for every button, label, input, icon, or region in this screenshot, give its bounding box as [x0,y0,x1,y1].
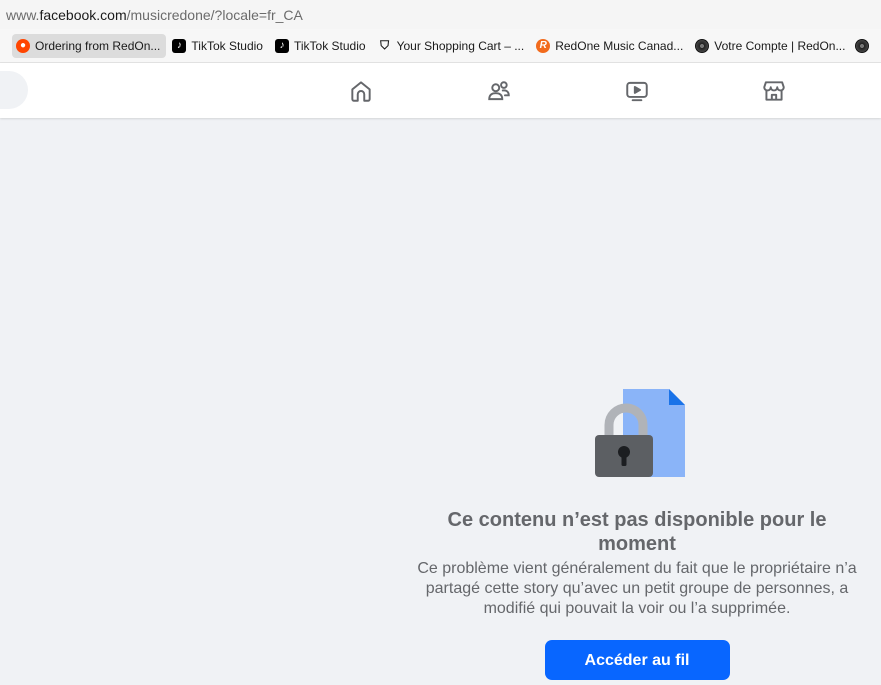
tiktok-icon: ♪ [274,38,289,53]
marketplace-icon [763,81,785,101]
nav-friends-button[interactable] [471,68,527,114]
nav-marketplace-button[interactable] [746,68,802,114]
tiktok-icon: ♪ [172,38,187,53]
bookmark-label: TikTok Studio [191,38,263,53]
vinyl-disc-icon [695,38,710,53]
bookmark-votre-compte[interactable]: Votre Compte | RedOn... [691,34,851,58]
bookmark-ordering-redone[interactable]: ● Ordering from RedOn... [12,33,167,58]
nav-home-button[interactable] [333,68,389,114]
locked-content-icon [595,389,685,477]
shield-icon: ⛉ [380,38,390,52]
video-icon [626,81,648,102]
content-unavailable-panel: Ce contenu n’est pas disponible pour le … [405,385,869,680]
bookmarks-bar: ● Ordering from RedOn... ♪ TikTok Studio… [0,29,881,63]
error-title: Ce contenu n’est pas disponible pour le … [447,509,827,555]
bookmark-tiktok-studio-1[interactable]: ♪ TikTok Studio [168,34,269,58]
friends-icon [488,81,510,101]
bookmark-label: Votre Compte | RedOn... [714,38,846,53]
go-to-feed-button[interactable]: Accéder au fil [544,640,730,680]
url-prefix: www. [6,6,40,23]
search-bar[interactable] [0,71,28,109]
error-description: Ce problème vient généralement du fait q… [417,560,857,617]
vinyl-disc-icon[interactable] [855,38,870,53]
nav-video-button[interactable] [609,68,665,114]
bookmark-redone-music-canada[interactable]: R RedOne Music Canad... [532,34,689,58]
address-bar[interactable]: www.facebook.com/musicredone/?locale=fr_… [0,0,881,29]
bookmark-tiktok-studio-2[interactable]: ♪ TikTok Studio [271,34,372,58]
bookmark-label: Your Shopping Cart – ... [396,38,525,53]
reddit-icon: ● [16,38,30,53]
redone-icon: R [536,38,551,53]
url-domain: facebook.com [39,6,127,23]
bookmark-shopping-cart[interactable]: ⛉ Your Shopping Cart – ... [374,34,531,58]
url-text[interactable]: www.facebook.com/musicredone/?locale=fr_… [6,7,303,23]
bookmark-label: TikTok Studio [293,38,366,53]
bookmark-overflow-left[interactable] [0,36,12,56]
bookmark-label: RedOne Music Canad... [555,38,684,53]
home-icon [351,81,371,102]
url-path: /musicredone/?locale=fr_CA [126,6,303,23]
facebook-header [0,63,881,118]
bookmark-label: Ordering from RedOn... [35,38,161,53]
